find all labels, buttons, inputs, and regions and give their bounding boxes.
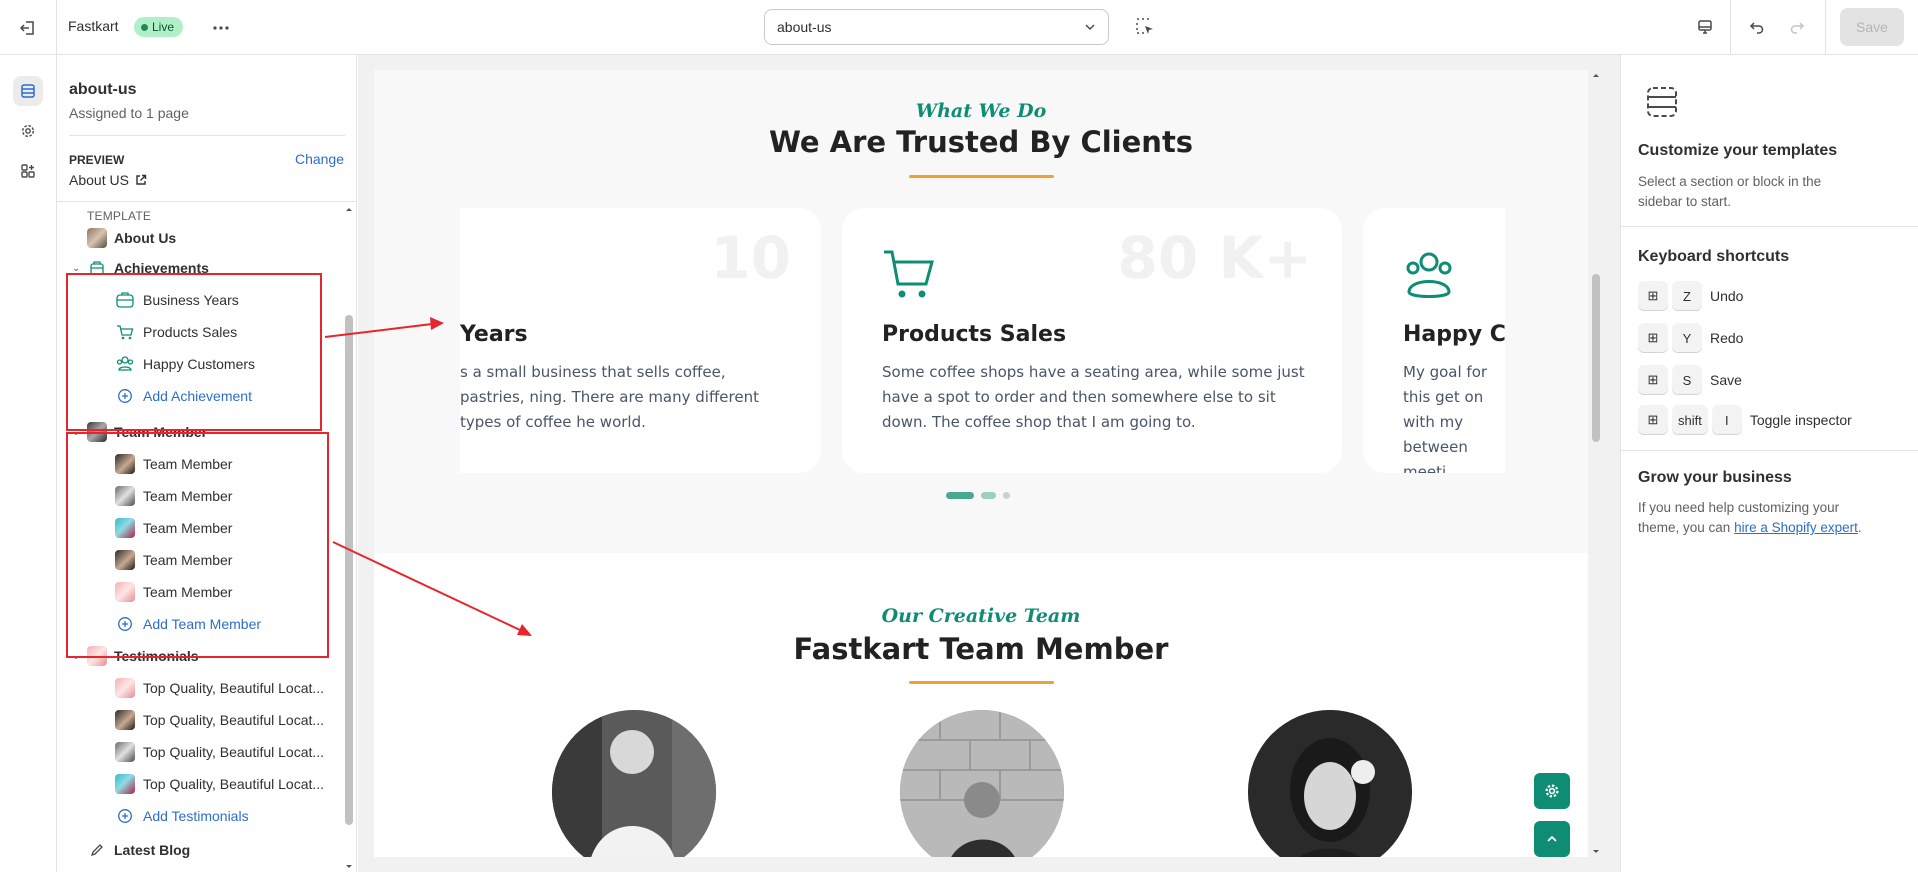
command-key-icon: ⊞ [1638,365,1668,395]
shortcut-key: S [1672,365,1702,395]
shortcut-label: Redo [1710,330,1744,346]
shortcut-save: ⊞ S Save [1638,365,1742,395]
command-key-icon: ⊞ [1638,323,1668,353]
shortcut-label: Save [1710,372,1742,388]
shortcut-key: Y [1672,323,1702,353]
command-key-icon: ⊞ [1638,405,1668,435]
divider [1621,226,1918,227]
grow-description: If you need help customizing your theme,… [1638,498,1863,538]
customize-description: Select a section or block in the sidebar… [1638,174,1822,209]
grow-title: Grow your business [1638,469,1792,486]
shortcut-label: Undo [1710,288,1744,304]
shortcuts-title: Keyboard shortcuts [1638,248,1790,265]
shortcut-key: I [1711,405,1742,435]
shortcut-undo: ⊞ Z Undo [1638,281,1743,311]
customize-title: Customize your templates [1638,142,1838,159]
hire-expert-link[interactable]: hire a Shopify expert [1734,520,1858,535]
shortcut-key: Z [1672,281,1702,311]
template-sections-icon [1647,87,1677,117]
inspector-panel: Customize your templates Select a sectio… [1620,55,1918,872]
divider [1621,450,1918,451]
command-key-icon: ⊞ [1638,281,1668,311]
shortcut-key: shift [1672,405,1708,435]
shortcut-toggle-inspector: ⊞ shift I Toggle inspector [1638,405,1852,435]
arrow-head-icon [430,317,444,330]
shortcut-redo: ⊞ Y Redo [1638,323,1743,353]
shortcut-label: Toggle inspector [1749,412,1852,428]
grow-end: . [1857,520,1862,535]
